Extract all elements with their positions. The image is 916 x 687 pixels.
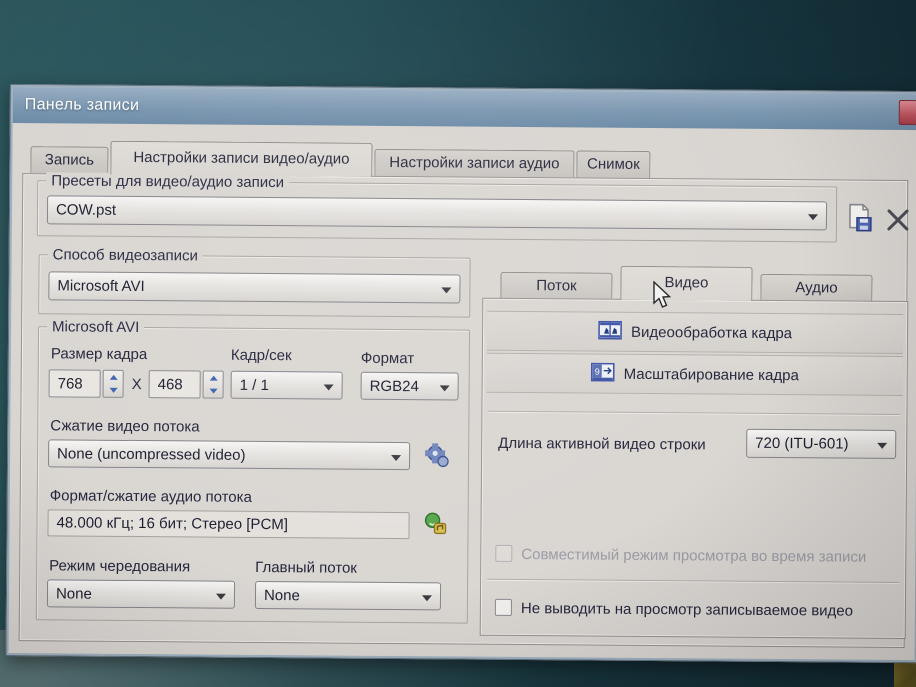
format-label: Формат (361, 350, 414, 367)
recording-panel-window: Панель записи Запись Настройки записи ви… (6, 84, 916, 663)
compat-preview-label: Совместимый режим просмотра во время зап… (521, 546, 866, 566)
svg-text:9: 9 (595, 366, 600, 376)
frame-width-input[interactable]: 768 (49, 369, 101, 397)
interleave-label: Режим чередования (49, 557, 190, 575)
window-title: Панель записи (25, 96, 140, 115)
chevron-down-icon (440, 385, 450, 391)
chevron-down-icon (391, 455, 401, 461)
separator (488, 411, 900, 415)
main-stream-combobox[interactable]: None (255, 581, 441, 610)
chevron-down-icon (808, 214, 818, 220)
format-combobox[interactable]: RGB24 (361, 372, 459, 401)
tab-video[interactable]: Видео (620, 266, 752, 301)
film-scale-icon: 9 (591, 362, 615, 385)
video-compressor-settings-icon[interactable] (422, 440, 452, 475)
frame-height-input[interactable]: 468 (149, 370, 201, 398)
compat-preview-checkbox[interactable] (495, 545, 512, 562)
film-people-icon (598, 320, 622, 343)
close-button[interactable] (899, 100, 916, 125)
fps-label: Кадр/сек (231, 347, 292, 364)
main-stream-label: Главный поток (255, 559, 357, 577)
chevron-down-icon (441, 287, 451, 293)
tab-page-video-audio: Пресеты для видео/аудио записи COW.pst С… (19, 173, 909, 648)
no-preview-checkbox[interactable] (495, 599, 512, 616)
line-length-combobox[interactable]: 720 (ITU-601) (746, 429, 896, 459)
frame-size-label: Размер кадра (51, 345, 148, 363)
fps-combobox[interactable]: 1 / 1 (231, 371, 343, 400)
audio-format-field: 48.000 кГц; 16 бит; Стерео [PCM] (47, 509, 409, 539)
avi-settings-group: Microsoft AVI Размер кадра 768 X 468 Кад… (36, 326, 470, 623)
save-preset-icon[interactable] (845, 203, 875, 240)
tab-record[interactable]: Запись (30, 146, 108, 174)
interleave-combobox[interactable]: None (47, 579, 235, 608)
separator (487, 579, 899, 583)
video-compression-combobox[interactable]: None (uncompressed video) (48, 439, 410, 470)
title-bar[interactable]: Панель записи (13, 87, 916, 130)
frame-scaling-button[interactable]: 9 Масштабирование кадра (487, 353, 903, 396)
chevron-down-icon (422, 595, 432, 601)
audio-format-label: Формат/сжатие аудио потока (50, 487, 252, 506)
capture-method-group: Способ видеозаписи Microsoft AVI (38, 254, 470, 317)
tab-video-audio-settings[interactable]: Настройки записи видео/аудио (110, 141, 372, 177)
line-length-label: Длина активной видео строки (498, 435, 706, 454)
preset-combobox[interactable]: COW.pst (47, 195, 827, 230)
tab-audio-settings[interactable]: Настройки записи аудио (374, 149, 574, 178)
chevron-down-icon (216, 594, 226, 600)
frame-size-separator: X (132, 376, 142, 393)
frame-height-stepper[interactable] (203, 371, 224, 399)
tab-snapshot[interactable]: Снимок (576, 150, 650, 178)
frame-width-stepper[interactable] (103, 370, 124, 398)
no-preview-label: Не выводить на просмотр записываемое вид… (521, 600, 853, 620)
chevron-down-icon (877, 443, 887, 449)
tab-audio[interactable]: Аудио (760, 274, 872, 302)
chevron-down-icon (324, 384, 334, 390)
tab-stream[interactable]: Поток (500, 272, 612, 300)
capture-method-combobox[interactable]: Microsoft AVI (48, 271, 460, 303)
video-tab-page: Видеообработка кадра 9 Масштабирование к… (480, 298, 909, 639)
presets-group: Пресеты для видео/аудио записи COW.pst (37, 180, 837, 242)
video-compression-label: Сжатие видео потока (50, 417, 199, 435)
delete-preset-icon[interactable] (885, 207, 911, 238)
capture-method-label: Способ видеозаписи (48, 246, 203, 264)
audio-format-settings-icon[interactable] (421, 510, 449, 543)
video-processing-button[interactable]: Видеообработка кадра (487, 311, 903, 354)
avi-group-label: Microsoft AVI (47, 318, 144, 336)
